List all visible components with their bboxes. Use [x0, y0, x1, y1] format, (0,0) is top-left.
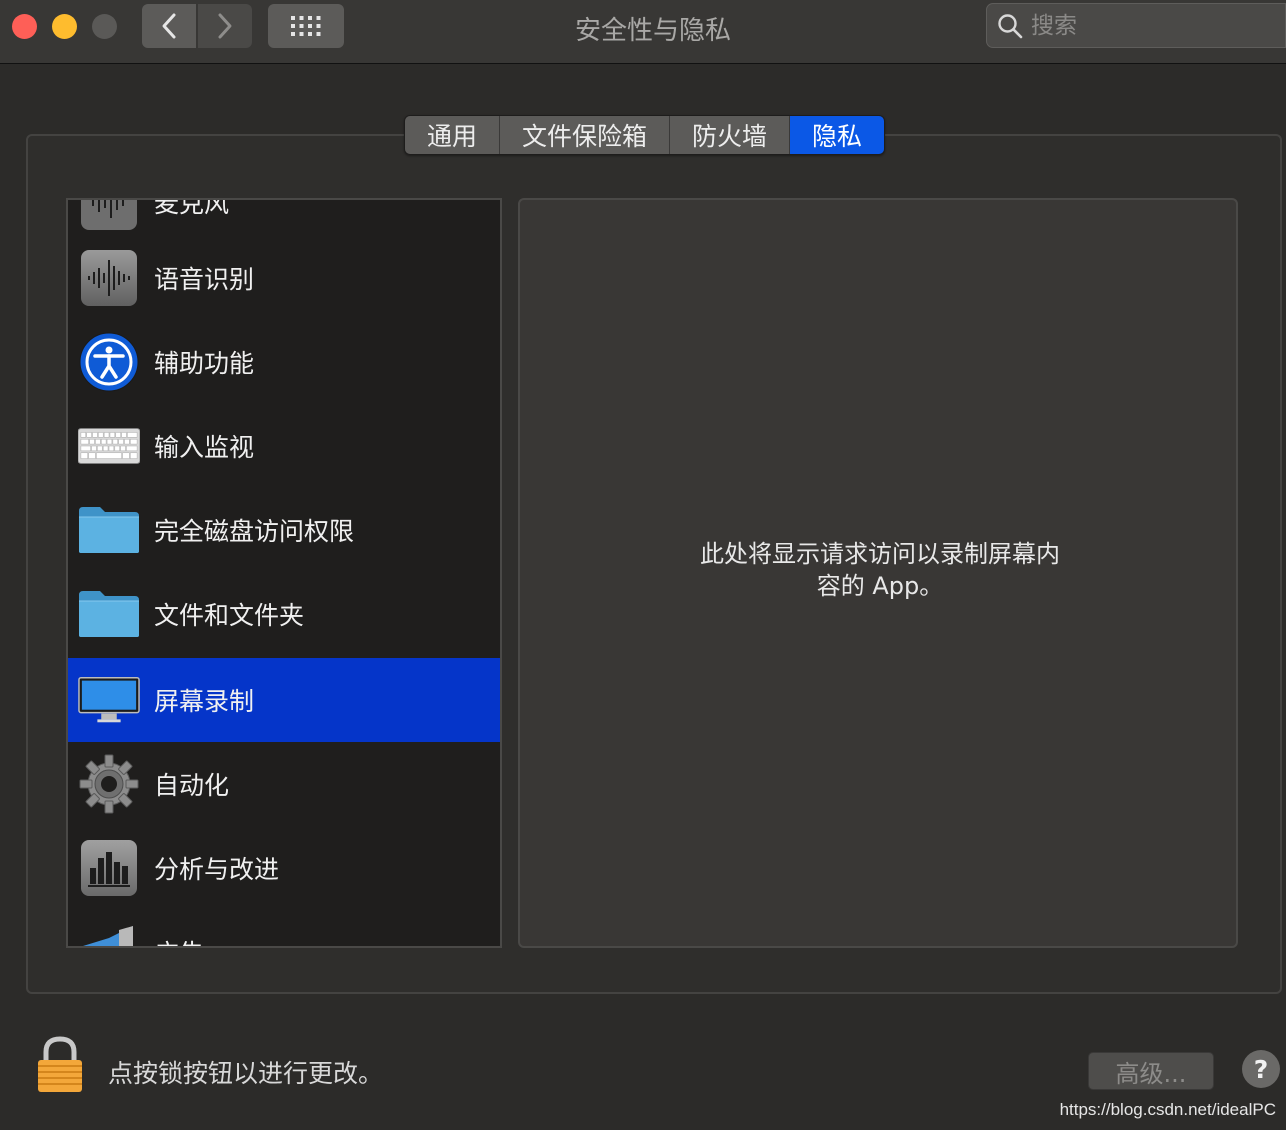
- help-button[interactable]: ?: [1242, 1050, 1280, 1088]
- speech-waveform-icon: [78, 247, 140, 309]
- lock-button[interactable]: [36, 1036, 84, 1094]
- folder-icon: [78, 499, 140, 561]
- list-item-label: 语音识别: [154, 265, 255, 294]
- list-item-speech-recognition[interactable]: 语音识别: [68, 236, 500, 320]
- list-item-label: 完全磁盘访问权限: [154, 517, 355, 546]
- privacy-category-list[interactable]: 麦克风 语音识别 辅助功能 输入监视 完全磁盘访问权限 文件和文件夹 屏幕录制 …: [66, 198, 502, 948]
- megaphone-icon: [78, 921, 140, 946]
- list-item-input-monitoring[interactable]: 输入监视: [68, 404, 500, 488]
- list-item-label: 麦克风: [154, 198, 230, 218]
- list-item-files-and-folders[interactable]: 文件和文件夹: [68, 572, 500, 656]
- empty-state-message: 此处将显示请求访问以录制屏幕内 容的 App。: [700, 540, 1060, 600]
- list-item-advertising[interactable]: 广告: [68, 910, 500, 946]
- list-item-screen-recording[interactable]: 屏幕录制: [68, 658, 500, 742]
- lock-instruction-text: 点按锁按钮以进行更改。: [108, 1059, 384, 1088]
- tab-filevault[interactable]: 文件保险箱: [500, 116, 671, 154]
- tab-privacy[interactable]: 隐私: [790, 116, 885, 154]
- lock-icon: [38, 1036, 82, 1092]
- monitor-icon: [78, 669, 140, 731]
- title-bar: 安全性与隐私: [0, 0, 1286, 64]
- accessibility-icon: [78, 331, 140, 393]
- list-item-automation[interactable]: 自动化: [68, 742, 500, 826]
- list-item-label: 辅助功能: [154, 349, 255, 378]
- app-list-pane: 此处将显示请求访问以录制屏幕内 容的 App。: [518, 198, 1238, 948]
- list-item-label: 输入监视: [154, 433, 255, 462]
- folder-icon: [78, 583, 140, 645]
- microphone-waveform-icon: [78, 200, 140, 233]
- bar-chart-icon: [78, 837, 140, 899]
- keyboard-icon: [78, 415, 140, 477]
- watermark-text: https://blog.csdn.net/idealPC: [1059, 1100, 1276, 1119]
- tab-bar: 通用 文件保险箱 防火墙 隐私: [404, 115, 886, 155]
- list-item-accessibility[interactable]: 辅助功能: [68, 320, 500, 404]
- tab-firewall[interactable]: 防火墙: [670, 116, 791, 154]
- list-item-label: 屏幕录制: [154, 687, 255, 716]
- search-input[interactable]: [1031, 12, 1271, 39]
- tab-general[interactable]: 通用: [405, 116, 501, 154]
- advanced-button[interactable]: 高级...: [1088, 1052, 1214, 1090]
- list-item-full-disk-access[interactable]: 完全磁盘访问权限: [68, 488, 500, 572]
- list-item-label: 文件和文件夹: [154, 601, 305, 630]
- list-item-label: 分析与改进: [154, 855, 280, 884]
- search-icon: [998, 13, 1023, 38]
- search-field[interactable]: [986, 3, 1286, 48]
- list-item-analytics[interactable]: 分析与改进: [68, 826, 500, 910]
- gear-icon: [78, 753, 140, 815]
- list-item-label: 广告: [154, 934, 204, 946]
- list-item-label: 自动化: [154, 771, 230, 800]
